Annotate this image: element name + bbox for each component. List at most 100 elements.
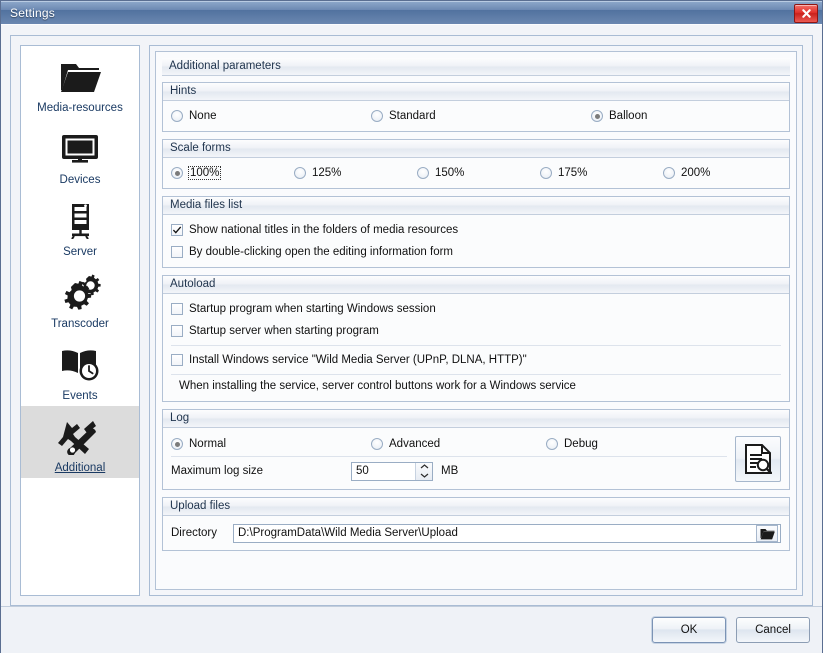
group-scale-forms-body: 100% 125% 150% 175% 200% [163, 158, 789, 188]
autoload-row-2: Startup server when starting program [171, 320, 781, 342]
group-upload-files-body: Directory D:\ProgramData\Wild Media Serv… [163, 516, 789, 550]
stepper-up-button[interactable] [416, 463, 432, 472]
radio-label: 150% [435, 167, 465, 179]
group-scale-forms-header: Scale forms [163, 140, 789, 158]
max-log-size-label: Maximum log size [171, 465, 264, 477]
radio-mark-icon [540, 167, 552, 179]
window-title: Settings [10, 5, 55, 20]
book-clock-icon [58, 343, 102, 387]
group-upload-files-header: Upload files [163, 498, 789, 516]
max-log-size-value: 50 [356, 464, 369, 477]
checkbox-double-click-edit-form[interactable]: By double-clicking open the editing info… [171, 246, 453, 258]
radio-label: Normal [189, 438, 227, 450]
checkbox-label: Startup program when starting Windows se… [189, 303, 436, 315]
autoload-service-note: When installing the service, server cont… [179, 380, 576, 392]
additional-parameters-group: Additional parameters Hints None Standar… [155, 51, 797, 590]
radio-label: Balloon [609, 110, 648, 122]
sidebar-item-additional[interactable]: Additional [21, 406, 139, 478]
group-media-files-list-body: Show national titles in the folders of m… [163, 215, 789, 267]
log-level-row: Normal Advanced Debug [171, 432, 727, 456]
group-hints: Hints None Standard Balloon [162, 82, 790, 132]
close-icon [801, 9, 811, 18]
scale-options-row: 100% 125% 150% 175% 200% [171, 162, 781, 184]
radio-hints-standard[interactable]: Standard [371, 110, 591, 122]
radio-scale-150[interactable]: 150% [417, 167, 540, 179]
radio-hints-none[interactable]: None [171, 110, 371, 122]
checkbox-mark-icon [171, 325, 183, 337]
radio-label: 200% [681, 167, 711, 179]
checkbox-show-national-titles[interactable]: Show national titles in the folders of m… [171, 224, 458, 236]
sidebar-item-events[interactable]: Events [21, 334, 139, 406]
directory-row: Directory D:\ProgramData\Wild Media Serv… [171, 520, 781, 546]
media-files-row-1: Show national titles in the folders of m… [171, 219, 781, 241]
browse-directory-button[interactable] [756, 524, 778, 542]
radio-log-normal[interactable]: Normal [171, 438, 371, 450]
gears-icon [58, 271, 102, 315]
sidebar-item-label: Media-resources [37, 102, 123, 114]
checkbox-startup-program-windows-session[interactable]: Startup program when starting Windows se… [171, 303, 436, 315]
checkbox-install-windows-service[interactable]: Install Windows service "Wild Media Serv… [171, 354, 527, 366]
radio-log-debug[interactable]: Debug [546, 438, 598, 450]
stepper-buttons [415, 462, 432, 480]
group-autoload: Autoload Startup program when starting W… [162, 275, 790, 402]
folder-icon [59, 55, 101, 99]
radio-log-advanced[interactable]: Advanced [371, 438, 546, 450]
radio-label: 175% [558, 167, 588, 179]
sidebar-item-label: Server [63, 246, 97, 258]
radio-mark-icon [417, 167, 429, 179]
radio-mark-icon [371, 110, 383, 122]
checkbox-label: Install Windows service "Wild Media Serv… [189, 354, 527, 366]
radio-mark-icon [171, 438, 183, 450]
ok-button[interactable]: OK [652, 617, 726, 643]
radio-scale-100[interactable]: 100% [171, 166, 294, 180]
autoload-row-1: Startup program when starting Windows se… [171, 298, 781, 320]
group-upload-files: Upload files Directory D:\ProgramData\Wi… [162, 497, 790, 551]
group-scale-forms: Scale forms 100% 125% 150% 175% 200% [162, 139, 790, 189]
content-container: Media-resources Devices Server Transcode… [10, 35, 813, 606]
document-search-icon [745, 443, 772, 474]
panel-title: Additional parameters [162, 58, 790, 76]
sidebar-item-media-resources[interactable]: Media-resources [21, 46, 139, 118]
checkbox-startup-server-with-program[interactable]: Startup server when starting program [171, 325, 379, 337]
max-log-size-row: Maximum log size 50 MB [171, 456, 727, 485]
tools-icon [58, 415, 102, 459]
autoload-note-row: When installing the service, server cont… [171, 374, 781, 397]
chevron-down-icon [420, 473, 428, 478]
view-log-button[interactable] [735, 435, 781, 482]
radio-mark-icon [294, 167, 306, 179]
cancel-button[interactable]: Cancel [736, 617, 810, 643]
radio-mark-icon [591, 110, 603, 122]
max-log-size-unit: MB [441, 465, 459, 477]
radio-scale-200[interactable]: 200% [663, 167, 710, 179]
checkbox-mark-icon [171, 246, 183, 258]
media-files-row-2: By double-clicking open the editing info… [171, 241, 781, 263]
sidebar-item-server[interactable]: Server [21, 190, 139, 262]
max-log-size-stepper[interactable]: 50 [351, 461, 433, 481]
checkbox-label: Startup server when starting program [189, 325, 379, 337]
radio-label: None [189, 110, 217, 122]
group-log-header: Log [163, 410, 789, 428]
dialog-footer: OK Cancel [1, 606, 822, 653]
sidebar-item-label: Additional [54, 462, 106, 474]
directory-input[interactable]: D:\ProgramData\Wild Media Server\Upload [233, 523, 781, 543]
checkbox-mark-icon [171, 303, 183, 315]
group-autoload-header: Autoload [163, 276, 789, 294]
radio-label: Standard [389, 110, 436, 122]
title-bar: Settings [1, 1, 822, 24]
sidebar-item-transcoder[interactable]: Transcoder [21, 262, 139, 334]
radio-hints-balloon[interactable]: Balloon [591, 110, 647, 122]
radio-scale-125[interactable]: 125% [294, 167, 417, 179]
stepper-down-button[interactable] [416, 471, 432, 480]
group-log-body: Normal Advanced Debug Maximum log size 5… [163, 428, 789, 489]
group-hints-body: None Standard Balloon [163, 101, 789, 131]
checkbox-label: Show national titles in the folders of m… [189, 224, 459, 236]
radio-mark-icon [546, 438, 558, 450]
radio-mark-icon [371, 438, 383, 450]
close-button[interactable] [794, 4, 818, 23]
radio-label: 100% [187, 166, 222, 180]
radio-mark-icon [663, 167, 675, 179]
folder-open-icon [760, 528, 775, 539]
radio-scale-175[interactable]: 175% [540, 167, 663, 179]
sidebar-item-label: Events [62, 390, 98, 402]
sidebar-item-devices[interactable]: Devices [21, 118, 139, 190]
